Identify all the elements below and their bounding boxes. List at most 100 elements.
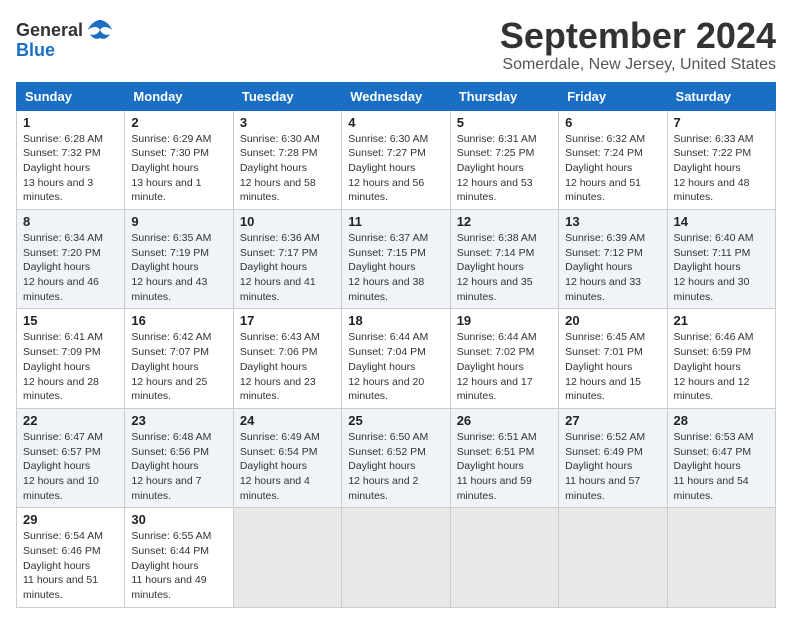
calendar-cell: 6 Sunrise: 6:32 AM Sunset: 7:24 PM Dayli…	[559, 110, 667, 209]
day-detail: Sunrise: 6:35 AM Sunset: 7:19 PM Dayligh…	[131, 231, 226, 304]
logo-bird-icon	[86, 16, 114, 44]
calendar-cell: 23 Sunrise: 6:48 AM Sunset: 6:56 PM Dayl…	[125, 408, 233, 507]
day-number: 28	[674, 413, 769, 428]
weekday-header-friday: Friday	[559, 82, 667, 110]
calendar-cell: 8 Sunrise: 6:34 AM Sunset: 7:20 PM Dayli…	[17, 210, 125, 309]
calendar-cell: 1 Sunrise: 6:28 AM Sunset: 7:32 PM Dayli…	[17, 110, 125, 209]
day-number: 19	[457, 313, 552, 328]
calendar-cell: 14 Sunrise: 6:40 AM Sunset: 7:11 PM Dayl…	[667, 210, 775, 309]
calendar-cell: 24 Sunrise: 6:49 AM Sunset: 6:54 PM Dayl…	[233, 408, 341, 507]
calendar-cell: 25 Sunrise: 6:50 AM Sunset: 6:52 PM Dayl…	[342, 408, 450, 507]
day-detail: Sunrise: 6:44 AM Sunset: 7:04 PM Dayligh…	[348, 330, 443, 403]
day-number: 3	[240, 115, 335, 130]
day-number: 12	[457, 214, 552, 229]
calendar-cell	[450, 508, 558, 607]
logo: General Blue	[16, 16, 114, 61]
day-detail: Sunrise: 6:34 AM Sunset: 7:20 PM Dayligh…	[23, 231, 118, 304]
calendar-cell: 22 Sunrise: 6:47 AM Sunset: 6:57 PM Dayl…	[17, 408, 125, 507]
day-number: 23	[131, 413, 226, 428]
calendar-cell: 11 Sunrise: 6:37 AM Sunset: 7:15 PM Dayl…	[342, 210, 450, 309]
calendar-cell: 19 Sunrise: 6:44 AM Sunset: 7:02 PM Dayl…	[450, 309, 558, 408]
day-detail: Sunrise: 6:50 AM Sunset: 6:52 PM Dayligh…	[348, 430, 443, 503]
day-number: 17	[240, 313, 335, 328]
day-detail: Sunrise: 6:42 AM Sunset: 7:07 PM Dayligh…	[131, 330, 226, 403]
calendar-cell	[233, 508, 341, 607]
day-number: 8	[23, 214, 118, 229]
calendar-cell: 21 Sunrise: 6:46 AM Sunset: 6:59 PM Dayl…	[667, 309, 775, 408]
day-number: 4	[348, 115, 443, 130]
day-number: 29	[23, 512, 118, 527]
day-detail: Sunrise: 6:32 AM Sunset: 7:24 PM Dayligh…	[565, 132, 660, 205]
calendar-cell: 13 Sunrise: 6:39 AM Sunset: 7:12 PM Dayl…	[559, 210, 667, 309]
day-detail: Sunrise: 6:30 AM Sunset: 7:28 PM Dayligh…	[240, 132, 335, 205]
day-detail: Sunrise: 6:43 AM Sunset: 7:06 PM Dayligh…	[240, 330, 335, 403]
calendar-cell: 17 Sunrise: 6:43 AM Sunset: 7:06 PM Dayl…	[233, 309, 341, 408]
weekday-header-thursday: Thursday	[450, 82, 558, 110]
day-number: 1	[23, 115, 118, 130]
weekday-header-wednesday: Wednesday	[342, 82, 450, 110]
day-detail: Sunrise: 6:37 AM Sunset: 7:15 PM Dayligh…	[348, 231, 443, 304]
day-detail: Sunrise: 6:29 AM Sunset: 7:30 PM Dayligh…	[131, 132, 226, 205]
day-detail: Sunrise: 6:36 AM Sunset: 7:17 PM Dayligh…	[240, 231, 335, 304]
calendar-cell: 7 Sunrise: 6:33 AM Sunset: 7:22 PM Dayli…	[667, 110, 775, 209]
day-detail: Sunrise: 6:38 AM Sunset: 7:14 PM Dayligh…	[457, 231, 552, 304]
calendar-cell: 30 Sunrise: 6:55 AM Sunset: 6:44 PM Dayl…	[125, 508, 233, 607]
day-number: 16	[131, 313, 226, 328]
calendar-cell	[342, 508, 450, 607]
calendar-cell	[667, 508, 775, 607]
weekday-header-sunday: Sunday	[17, 82, 125, 110]
day-detail: Sunrise: 6:52 AM Sunset: 6:49 PM Dayligh…	[565, 430, 660, 503]
day-detail: Sunrise: 6:54 AM Sunset: 6:46 PM Dayligh…	[23, 529, 118, 602]
calendar-cell: 12 Sunrise: 6:38 AM Sunset: 7:14 PM Dayl…	[450, 210, 558, 309]
calendar-cell: 28 Sunrise: 6:53 AM Sunset: 6:47 PM Dayl…	[667, 408, 775, 507]
calendar-cell: 20 Sunrise: 6:45 AM Sunset: 7:01 PM Dayl…	[559, 309, 667, 408]
day-number: 22	[23, 413, 118, 428]
day-number: 11	[348, 214, 443, 229]
month-title: September 2024	[500, 16, 776, 56]
calendar-cell: 9 Sunrise: 6:35 AM Sunset: 7:19 PM Dayli…	[125, 210, 233, 309]
calendar-cell: 16 Sunrise: 6:42 AM Sunset: 7:07 PM Dayl…	[125, 309, 233, 408]
calendar-cell: 29 Sunrise: 6:54 AM Sunset: 6:46 PM Dayl…	[17, 508, 125, 607]
day-number: 7	[674, 115, 769, 130]
day-detail: Sunrise: 6:45 AM Sunset: 7:01 PM Dayligh…	[565, 330, 660, 403]
day-number: 25	[348, 413, 443, 428]
title-area: September 2024 Somerdale, New Jersey, Un…	[500, 16, 776, 74]
day-number: 24	[240, 413, 335, 428]
day-detail: Sunrise: 6:40 AM Sunset: 7:11 PM Dayligh…	[674, 231, 769, 304]
calendar-cell: 5 Sunrise: 6:31 AM Sunset: 7:25 PM Dayli…	[450, 110, 558, 209]
location-subtitle: Somerdale, New Jersey, United States	[500, 56, 776, 74]
page-header: General Blue September 2024 Somerdale, N…	[16, 16, 776, 74]
day-detail: Sunrise: 6:39 AM Sunset: 7:12 PM Dayligh…	[565, 231, 660, 304]
day-detail: Sunrise: 6:55 AM Sunset: 6:44 PM Dayligh…	[131, 529, 226, 602]
calendar-week-row: 22 Sunrise: 6:47 AM Sunset: 6:57 PM Dayl…	[17, 408, 776, 507]
calendar-cell: 3 Sunrise: 6:30 AM Sunset: 7:28 PM Dayli…	[233, 110, 341, 209]
logo-text-general: General	[16, 20, 83, 41]
day-number: 20	[565, 313, 660, 328]
day-number: 6	[565, 115, 660, 130]
day-detail: Sunrise: 6:49 AM Sunset: 6:54 PM Dayligh…	[240, 430, 335, 503]
day-number: 18	[348, 313, 443, 328]
day-detail: Sunrise: 6:47 AM Sunset: 6:57 PM Dayligh…	[23, 430, 118, 503]
day-number: 15	[23, 313, 118, 328]
day-detail: Sunrise: 6:28 AM Sunset: 7:32 PM Dayligh…	[23, 132, 118, 205]
calendar-week-row: 8 Sunrise: 6:34 AM Sunset: 7:20 PM Dayli…	[17, 210, 776, 309]
day-number: 27	[565, 413, 660, 428]
day-detail: Sunrise: 6:31 AM Sunset: 7:25 PM Dayligh…	[457, 132, 552, 205]
weekday-header-monday: Monday	[125, 82, 233, 110]
calendar-cell: 2 Sunrise: 6:29 AM Sunset: 7:30 PM Dayli…	[125, 110, 233, 209]
day-detail: Sunrise: 6:48 AM Sunset: 6:56 PM Dayligh…	[131, 430, 226, 503]
day-detail: Sunrise: 6:51 AM Sunset: 6:51 PM Dayligh…	[457, 430, 552, 503]
day-detail: Sunrise: 6:53 AM Sunset: 6:47 PM Dayligh…	[674, 430, 769, 503]
day-detail: Sunrise: 6:41 AM Sunset: 7:09 PM Dayligh…	[23, 330, 118, 403]
day-number: 13	[565, 214, 660, 229]
day-detail: Sunrise: 6:30 AM Sunset: 7:27 PM Dayligh…	[348, 132, 443, 205]
calendar-week-row: 15 Sunrise: 6:41 AM Sunset: 7:09 PM Dayl…	[17, 309, 776, 408]
calendar-week-row: 29 Sunrise: 6:54 AM Sunset: 6:46 PM Dayl…	[17, 508, 776, 607]
calendar-cell: 18 Sunrise: 6:44 AM Sunset: 7:04 PM Dayl…	[342, 309, 450, 408]
calendar-cell: 4 Sunrise: 6:30 AM Sunset: 7:27 PM Dayli…	[342, 110, 450, 209]
calendar-cell: 10 Sunrise: 6:36 AM Sunset: 7:17 PM Dayl…	[233, 210, 341, 309]
calendar-cell: 27 Sunrise: 6:52 AM Sunset: 6:49 PM Dayl…	[559, 408, 667, 507]
day-number: 10	[240, 214, 335, 229]
day-detail: Sunrise: 6:46 AM Sunset: 6:59 PM Dayligh…	[674, 330, 769, 403]
day-detail: Sunrise: 6:33 AM Sunset: 7:22 PM Dayligh…	[674, 132, 769, 205]
